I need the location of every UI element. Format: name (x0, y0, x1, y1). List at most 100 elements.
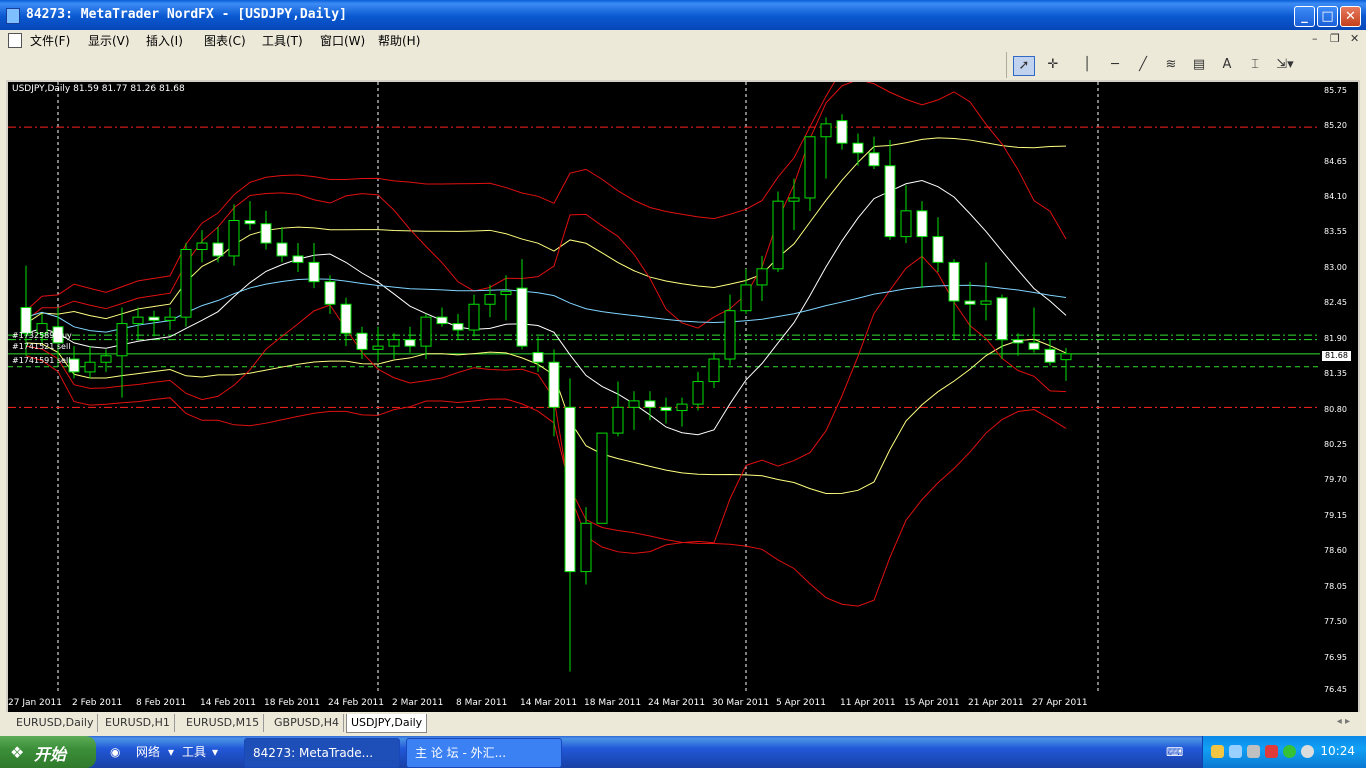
time-tick-label: 8 Mar 2011 (456, 698, 508, 708)
bollinger-lower-inner-line (25, 338, 1067, 495)
tab-usdjpy-daily[interactable]: USDJPY,Daily (346, 714, 428, 733)
tab-eurusd-daily[interactable]: EURUSD,Daily (12, 714, 99, 732)
mdi-minimize-button[interactable]: – (1312, 32, 1318, 45)
menu-tools[interactable]: 工具(T) (262, 32, 303, 49)
channel-icon[interactable]: ▤ (1189, 56, 1209, 74)
maximize-button[interactable]: □ (1317, 6, 1338, 27)
security-icon[interactable] (1283, 745, 1296, 758)
menu-view[interactable]: 显示(V) (88, 32, 130, 49)
chart-tab-bar: EURUSD,Daily EURUSD,H1 EURUSD,M15 GBPUSD… (6, 713, 1360, 733)
time-tick-label: 15 Apr 2011 (904, 698, 960, 708)
menu-window[interactable]: 窗口(W) (320, 32, 365, 49)
menu-insert[interactable]: 插入(I) (146, 32, 183, 49)
menu-help[interactable]: 帮助(H) (378, 32, 420, 49)
drawing-toolbar: ➚ ✛ │ ─ ╱ ≋ ▤ A ⌶ ⇲▾ (1006, 52, 1305, 78)
price-tick-label: 76.45 (1324, 684, 1347, 694)
task-metatrader[interactable]: 84273: MetaTrade... (244, 738, 400, 768)
qq-icon[interactable] (1211, 745, 1224, 758)
mdi-close-button[interactable]: ✕ (1350, 32, 1359, 45)
menu-file[interactable]: 文件(F) (30, 32, 70, 49)
chart-info-label: USDJPY,Daily 81.59 81.77 81.26 81.68 (12, 84, 185, 94)
chevron-down-icon[interactable]: ▾ (168, 738, 174, 766)
candle-body (1044, 348, 1056, 363)
task-forum-browser[interactable]: 主 论 坛 - 外汇... (406, 738, 562, 768)
ie-quicklaunch-icon[interactable]: ◉ (110, 738, 120, 766)
candle-body (628, 400, 640, 408)
candle-body (500, 290, 512, 296)
candle-body (852, 142, 864, 154)
title-bar[interactable]: 84273: MetaTrader NordFX - [USDJPY,Daily… (0, 0, 1366, 30)
candle-body (708, 358, 720, 383)
price-tick-label: 81.35 (1324, 369, 1347, 379)
time-tick-label: 2 Mar 2011 (392, 698, 444, 708)
antivirus-icon[interactable] (1265, 745, 1278, 758)
candle-body (372, 345, 384, 350)
price-chart[interactable]: USDJPY,Daily 81.59 81.77 81.26 81.68 #17… (8, 82, 1320, 694)
fibonacci-icon[interactable]: ≋ (1161, 56, 1181, 74)
candle-body (644, 400, 656, 408)
minimize-button[interactable]: _ (1294, 6, 1315, 27)
menu-bar: 文件(F) 显示(V) 插入(I) 图表(C) 工具(T) 窗口(W) 帮助(H… (0, 30, 1366, 50)
crosshair-icon[interactable]: ✛ (1043, 56, 1063, 74)
tab-gbpusd-h4[interactable]: GBPUSD,H4 (270, 714, 344, 732)
horizontal-line-icon[interactable]: ─ (1105, 56, 1125, 74)
candle-body (916, 210, 928, 238)
time-tick-label: 14 Feb 2011 (200, 698, 257, 708)
tab-eurusd-m15[interactable]: EURUSD,M15 (182, 714, 265, 732)
candle-body (212, 242, 224, 257)
candle-body (900, 210, 912, 238)
close-button[interactable]: ✕ (1340, 6, 1361, 27)
mdi-restore-button[interactable]: ❐ (1330, 32, 1340, 45)
candle-body (340, 303, 352, 334)
tab-scroll-arrows-icon[interactable]: ◂ ▸ (1337, 716, 1350, 727)
vertical-line-icon[interactable]: │ (1077, 56, 1097, 74)
metatrader-app-icon[interactable] (6, 8, 20, 24)
quicklaunch-network[interactable]: 网络 (136, 738, 160, 766)
candle-body (228, 220, 240, 257)
price-axis: 85.75 85.20 84.65 84.10 83.55 83.00 82.45 81.90… (1320, 82, 1358, 694)
candle-body (292, 255, 304, 263)
order-label-sell-1[interactable]: #1741521 sell (12, 342, 70, 351)
tab-eurusd-h1[interactable]: EURUSD,H1 (101, 714, 175, 732)
clock: 10:24 (1320, 744, 1355, 758)
candle-body (948, 261, 960, 302)
candle-body (116, 323, 128, 357)
volume-icon[interactable] (1247, 745, 1260, 758)
order-label-buy[interactable]: #1732589 buy (12, 331, 72, 340)
candle-body (996, 297, 1008, 341)
candle-body (436, 316, 448, 325)
trendline-icon[interactable]: ╱ (1133, 56, 1153, 74)
time-tick-label: 18 Feb 2011 (264, 698, 321, 708)
menu-chart[interactable]: 图表(C) (204, 32, 246, 49)
start-label: 开始 (34, 745, 67, 764)
candlestick-chart-canvas[interactable] (8, 82, 1320, 694)
keyboard-icon[interactable]: ⌨ (1166, 738, 1183, 766)
candle-body (468, 303, 480, 331)
time-tick-label: 2 Feb 2011 (72, 698, 123, 708)
chart-window-icon[interactable] (8, 33, 22, 48)
order-label-sell-2[interactable]: #1741591 sell (12, 356, 70, 365)
candle-body (564, 406, 576, 573)
candle-body (804, 136, 816, 199)
time-tick-label: 14 Mar 2011 (520, 698, 578, 708)
price-tick-label: 79.70 (1324, 475, 1347, 485)
window-title: 84273: MetaTrader NordFX - [USDJPY,Daily… (26, 7, 347, 22)
arrows-icon[interactable]: ⇲▾ (1275, 56, 1295, 74)
time-tick-label: 27 Apr 2011 (1032, 698, 1088, 708)
candle-body (884, 165, 896, 238)
system-tray: 10:24 (1202, 736, 1366, 768)
update-icon[interactable] (1301, 745, 1314, 758)
start-button[interactable]: ❖ 开始 (0, 736, 96, 768)
network-icon[interactable] (1229, 745, 1242, 758)
candle-body (1028, 342, 1040, 350)
candle-body (964, 300, 976, 305)
candle-body (244, 220, 256, 225)
cursor-icon[interactable]: ➚ (1013, 56, 1035, 76)
price-tick-label: 77.50 (1324, 617, 1347, 627)
candle-body (452, 323, 464, 331)
text-label-icon[interactable]: ⌶ (1245, 56, 1265, 74)
time-tick-label: 27 Jan 2011 (8, 698, 62, 708)
chevron-down-icon[interactable]: ▾ (212, 738, 218, 766)
text-icon[interactable]: A (1217, 56, 1237, 74)
quicklaunch-tools[interactable]: 工具 (182, 738, 206, 766)
